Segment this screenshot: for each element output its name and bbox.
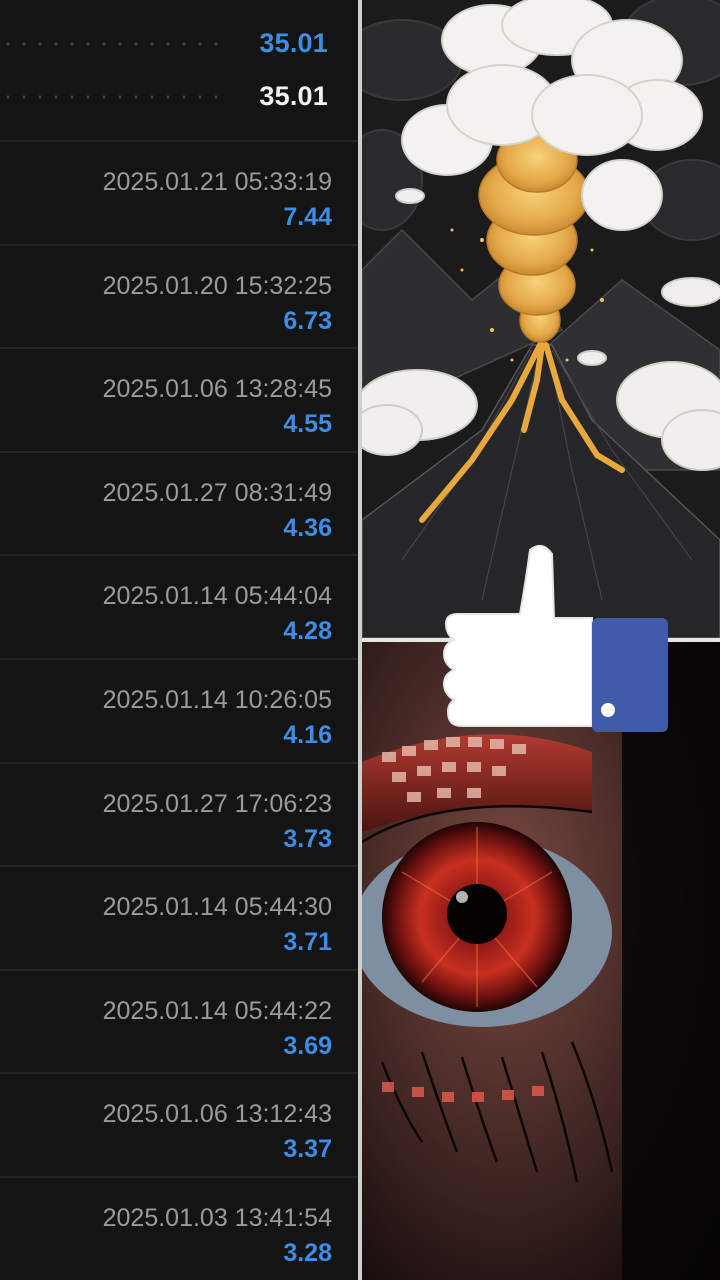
trade-timestamp: 2025.01.21 05:33:19 — [102, 168, 332, 196]
trade-profit: 3.28 — [283, 1238, 332, 1267]
trade-profit: 6.73 — [283, 306, 332, 335]
trade-timestamp: 2025.01.27 17:06:23 — [102, 789, 332, 818]
trade-list: 2025.01.21 05:33:19 7.44 2025.01.20 15:3… — [0, 140, 360, 1280]
trade-profit: 3.73 — [283, 824, 332, 853]
trade-timestamp: 2025.01.14 05:44:22 — [102, 996, 332, 1025]
trade-row[interactable]: 2025.01.06 13:28:45 4.55 — [0, 347, 360, 451]
trade-row[interactable]: 2025.01.21 05:33:19 7.44 — [0, 140, 360, 244]
trade-row[interactable]: 2025.01.27 17:06:23 3.73 — [0, 761, 360, 866]
trade-row[interactable]: 2025.01.14 05:44:22 3.69 — [0, 968, 360, 1073]
trade-profit: 7.44 — [283, 203, 332, 231]
trade-profit: 3.37 — [283, 1135, 332, 1164]
summary-balance-value: 35.01 — [259, 81, 328, 111]
trade-profit: 3.69 — [283, 1031, 332, 1060]
trade-profit: 4.28 — [283, 617, 332, 646]
dotted-leader — [0, 42, 228, 46]
trade-timestamp: 2025.01.20 15:32:25 — [102, 271, 332, 300]
trade-profit: 4.36 — [283, 513, 332, 542]
trade-profit: 3.71 — [283, 928, 332, 957]
summary-row-profit: 35.01 — [0, 18, 360, 68]
trade-timestamp: 2025.01.06 13:28:45 — [102, 375, 332, 404]
trade-profit: 4.16 — [283, 720, 332, 749]
trade-row[interactable]: 2025.01.03 13:41:54 3.28 — [0, 1175, 360, 1280]
summary-row-balance: 35.01 — [0, 71, 360, 121]
dotted-leader — [0, 95, 228, 99]
trade-row[interactable]: 2025.01.14 05:44:30 3.71 — [0, 865, 360, 969]
trade-timestamp: 2025.01.14 10:26:05 — [102, 685, 332, 714]
trade-timestamp: 2025.01.03 13:41:54 — [102, 1203, 332, 1232]
trade-timestamp: 2025.01.14 05:44:04 — [102, 582, 332, 611]
trade-timestamp: 2025.01.14 05:44:30 — [102, 893, 332, 922]
trade-row[interactable]: 2025.01.14 05:44:04 4.28 — [0, 554, 360, 658]
trade-history-panel: 35.01 35.01 2025.01.21 05:33:19 7.44 202… — [0, 0, 360, 1280]
thumbs-up-icon — [442, 540, 672, 740]
summary-profit-value: 35.01 — [259, 28, 328, 58]
trade-timestamp: 2025.01.06 13:12:43 — [102, 1100, 332, 1129]
trade-timestamp: 2025.01.27 08:31:49 — [102, 478, 332, 507]
trade-row[interactable]: 2025.01.14 10:26:05 4.16 — [0, 657, 360, 762]
trade-row[interactable]: 2025.01.27 08:31:49 4.36 — [0, 450, 360, 555]
trade-row[interactable]: 2025.01.06 13:12:43 3.37 — [0, 1072, 360, 1176]
trade-row[interactable]: 2025.01.20 15:32:25 6.73 — [0, 243, 360, 348]
trade-profit: 4.55 — [283, 410, 332, 439]
